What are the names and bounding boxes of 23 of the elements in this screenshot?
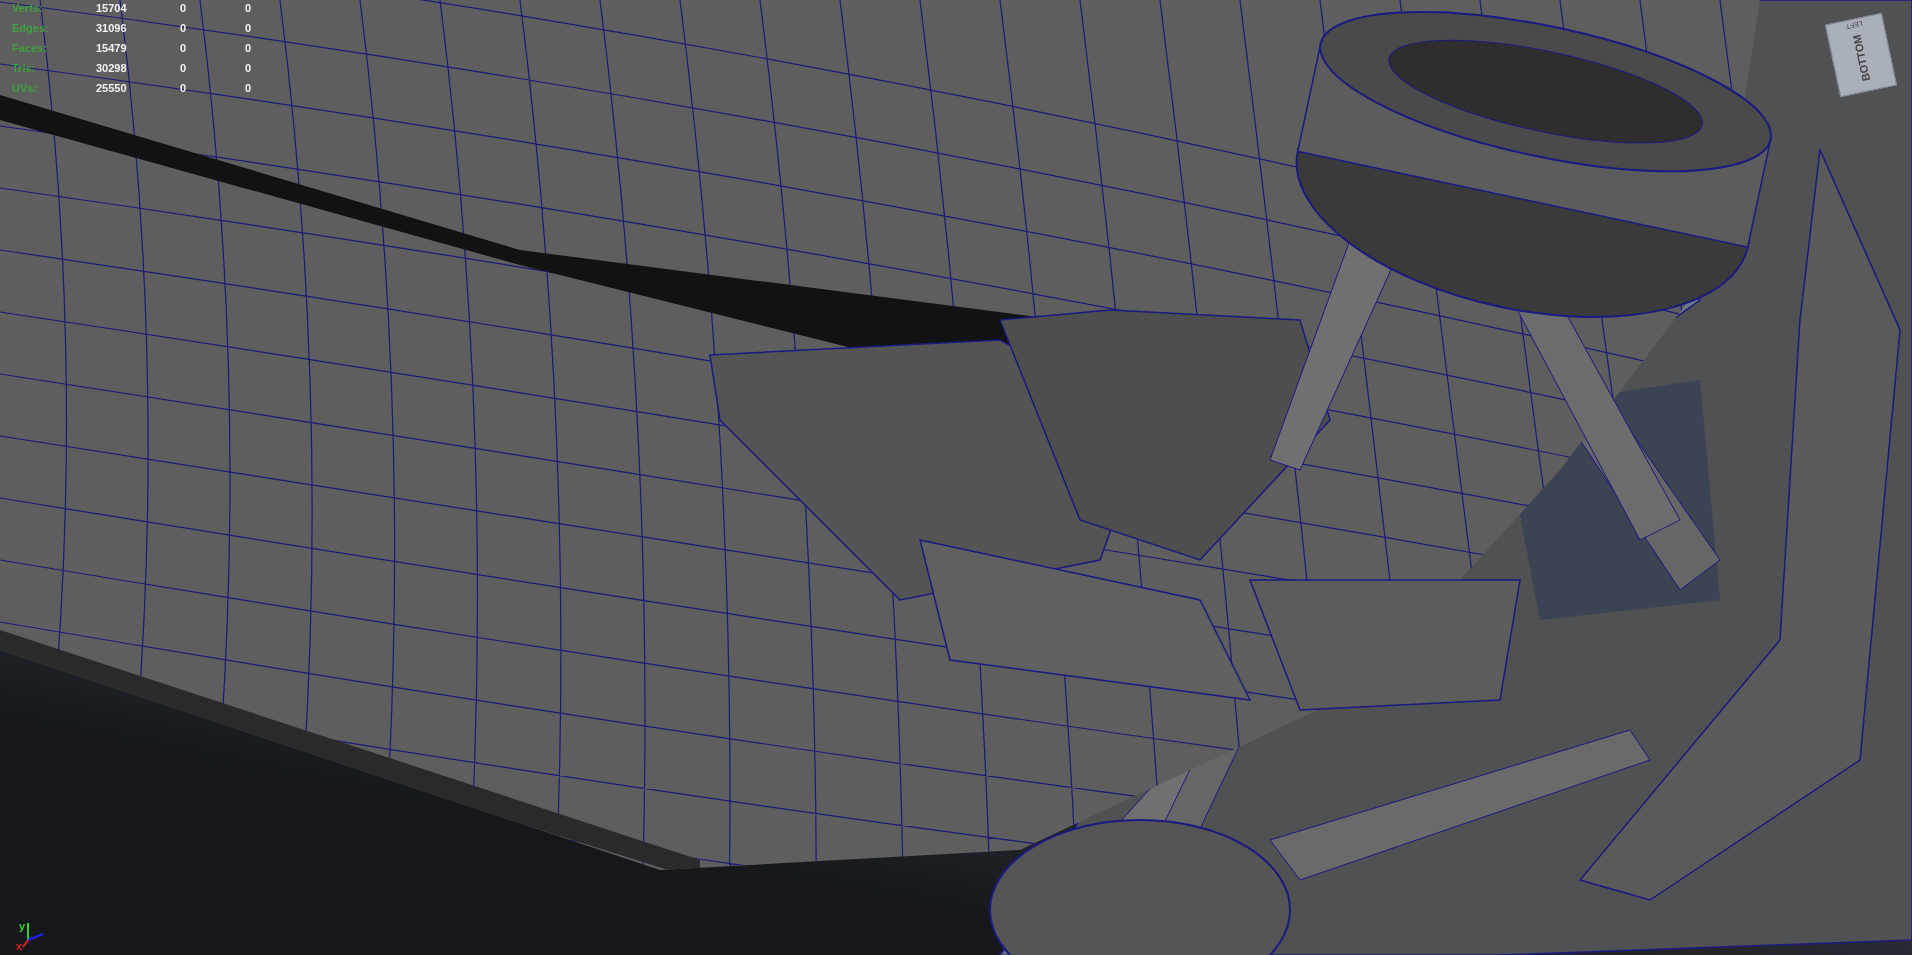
- stat-value: 0: [245, 42, 253, 54]
- axis-label: x: [16, 940, 23, 952]
- stat-label: Tris:: [12, 62, 37, 74]
- stat-value: 31096: [96, 22, 128, 34]
- stat-value: 0: [245, 82, 253, 94]
- cube-face-label: BOTTOM: [1850, 33, 1873, 83]
- stat-value: 0: [180, 42, 188, 54]
- stat-value: 15704: [96, 2, 128, 14]
- stat-value: 15479: [96, 42, 128, 54]
- stat-value: 30298: [96, 62, 128, 74]
- stat-label: UVs:: [12, 82, 39, 94]
- axis-label: y: [19, 920, 26, 932]
- stat-value: 0: [180, 82, 188, 94]
- stat-value: 0: [245, 2, 253, 14]
- stat-label: Faces:: [12, 42, 48, 54]
- stat-value: 0: [180, 62, 188, 74]
- stat-label: Edges:: [12, 22, 50, 34]
- stat-value: 0: [180, 22, 188, 34]
- stat-value: 0: [245, 62, 253, 74]
- stat-value: 25550: [96, 82, 128, 94]
- stat-label: Verts:: [12, 2, 44, 14]
- stat-value: 0: [245, 22, 253, 34]
- stat-value: 0: [180, 2, 188, 14]
